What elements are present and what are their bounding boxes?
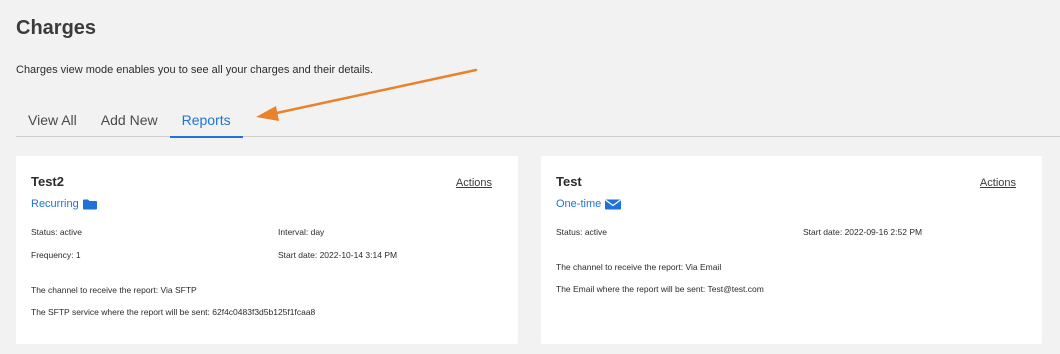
report-card-test2: Test2 Actions Recurring Status: active I… xyxy=(16,156,518,344)
page-title: Charges xyxy=(16,17,97,39)
actions-link[interactable]: Actions xyxy=(456,177,492,189)
page-subtitle: Charges view mode enables you to see all… xyxy=(16,64,374,76)
destination-text: The Email where the report will be sent:… xyxy=(556,284,764,294)
report-type-label: One-time xyxy=(556,198,602,210)
frequency-text: Frequency: 1 xyxy=(31,250,81,260)
envelope-icon xyxy=(605,199,622,210)
channel-text: The channel to receive the report: Via E… xyxy=(556,262,722,272)
tab-bar: View All Add New Reports xyxy=(16,104,1060,138)
status-text: Status: active xyxy=(556,227,608,237)
actions-link[interactable]: Actions xyxy=(980,177,1016,189)
report-type-label: Recurring xyxy=(31,198,79,210)
card-title: Test xyxy=(556,174,582,189)
interval-text: Interval: day xyxy=(278,227,325,237)
report-type: One-time xyxy=(556,198,622,210)
status-text: Status: active xyxy=(31,227,83,237)
start-date-text: Start date: 2022-10-14 3:14 PM xyxy=(278,250,398,260)
folder-icon xyxy=(82,199,97,210)
card-title: Test2 xyxy=(31,174,64,189)
start-date-text: Start date: 2022-09-16 2:52 PM xyxy=(803,227,923,237)
tab-view-all[interactable]: View All xyxy=(16,104,89,137)
destination-text: The SFTP service where the report will b… xyxy=(31,307,316,317)
tab-add-new[interactable]: Add New xyxy=(89,104,170,137)
report-card-test: Test Actions One-time Status: active Sta… xyxy=(541,156,1042,344)
tab-reports[interactable]: Reports xyxy=(169,104,243,138)
channel-text: The channel to receive the report: Via S… xyxy=(31,285,197,295)
report-type: Recurring xyxy=(31,198,97,210)
